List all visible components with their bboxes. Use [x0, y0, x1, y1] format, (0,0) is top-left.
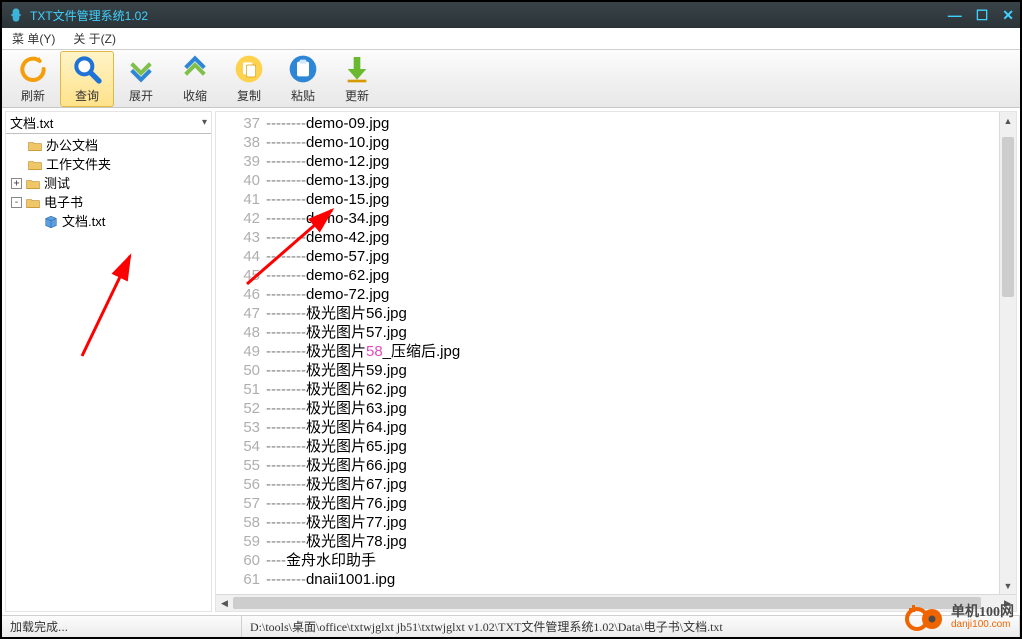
- refresh-button[interactable]: 刷新: [6, 51, 60, 107]
- scroll-down-arrow[interactable]: ▼: [1000, 577, 1016, 594]
- copy-label: 复制: [237, 87, 261, 104]
- folder-icon: [28, 140, 42, 152]
- dropdown-icon: ▾: [202, 117, 207, 128]
- tree-label: 文档.txt: [62, 212, 105, 231]
- file-icon: [44, 215, 58, 229]
- collapse-toggle[interactable]: -: [11, 197, 22, 208]
- collapse-label: 收缩: [183, 87, 207, 104]
- status-left: 加载完成...: [2, 616, 242, 637]
- scroll-thumb[interactable]: [1002, 137, 1014, 297]
- titlebar: TXT文件管理系统1.02 — ☐ ✕: [2, 2, 1020, 28]
- line-gutter: 37 38 39 40 41 42 43 44 45 46 47 48 49 5…: [216, 112, 266, 611]
- tree-item-office[interactable]: 办公文档: [8, 136, 209, 155]
- watermark-en: danji100.com: [951, 620, 1014, 630]
- status-path: D:\tools\桌面\office\txtwjglxt jb51\txtwjg…: [242, 616, 1020, 637]
- menu-about[interactable]: 关 于(Z): [69, 28, 120, 49]
- file-combo[interactable]: 文档.txt ▾: [6, 112, 211, 134]
- query-label: 查询: [75, 87, 99, 104]
- tree-item-ebook[interactable]: - 电子书: [8, 193, 209, 212]
- combo-value: 文档.txt: [10, 113, 53, 132]
- code-editor[interactable]: 37 38 39 40 41 42 43 44 45 46 47 48 49 5…: [216, 112, 1016, 611]
- folder-icon: [26, 178, 40, 190]
- code-content[interactable]: --------demo-09.jpg --------demo-10.jpg …: [266, 112, 1016, 611]
- expand-button[interactable]: 展开: [114, 51, 168, 107]
- scroll-left-arrow[interactable]: ◀: [216, 595, 233, 611]
- editor-panel: 37 38 39 40 41 42 43 44 45 46 47 48 49 5…: [215, 111, 1017, 612]
- refresh-label: 刷新: [21, 87, 45, 104]
- folder-tree: 办公文档 工作文件夹 + 测试 - 电子书 文档: [6, 134, 211, 611]
- tree-item-file[interactable]: 文档.txt: [8, 212, 209, 231]
- tree-label: 测试: [44, 174, 70, 193]
- close-button[interactable]: ✕: [1002, 7, 1014, 24]
- refresh-icon: [17, 53, 49, 85]
- tree-item-work[interactable]: 工作文件夹: [8, 155, 209, 174]
- tree-item-test[interactable]: + 测试: [8, 174, 209, 193]
- update-label: 更新: [345, 87, 369, 104]
- vertical-scrollbar[interactable]: ▲ ▼: [999, 112, 1016, 594]
- sidebar: 文档.txt ▾ 办公文档 工作文件夹 + 测试 -: [5, 111, 212, 612]
- paste-icon: [287, 53, 319, 85]
- copy-button[interactable]: 复制: [222, 51, 276, 107]
- menu-main[interactable]: 菜 单(Y): [8, 28, 59, 49]
- status-bar: 加载完成... D:\tools\桌面\office\txtwjglxt jb5…: [2, 615, 1020, 637]
- chevron-up-icon: [179, 53, 211, 85]
- folder-icon: [26, 197, 40, 209]
- search-icon: [71, 53, 103, 85]
- paste-button[interactable]: 粘贴: [276, 51, 330, 107]
- download-icon: [341, 53, 373, 85]
- app-icon: [8, 7, 24, 23]
- watermark-logo: [905, 603, 945, 633]
- scroll-up-arrow[interactable]: ▲: [1000, 112, 1016, 129]
- expand-toggle[interactable]: +: [11, 178, 22, 189]
- folder-icon: [28, 159, 42, 171]
- toolbar: 刷新 查询 展开 收缩 复制 粘贴 更新: [2, 50, 1020, 108]
- watermark-cn: 单机100网: [951, 606, 1014, 620]
- maximize-button[interactable]: ☐: [976, 7, 989, 24]
- tree-label: 工作文件夹: [46, 155, 111, 174]
- update-button[interactable]: 更新: [330, 51, 384, 107]
- paste-label: 粘贴: [291, 87, 315, 104]
- chevron-down-icon: [125, 53, 157, 85]
- tree-label: 电子书: [44, 193, 83, 212]
- horizontal-scrollbar[interactable]: ◀ ▶: [216, 594, 1016, 611]
- expand-label: 展开: [129, 87, 153, 104]
- collapse-button[interactable]: 收缩: [168, 51, 222, 107]
- tree-label: 办公文档: [46, 136, 98, 155]
- minimize-button[interactable]: —: [948, 7, 962, 24]
- query-button[interactable]: 查询: [60, 51, 114, 107]
- menubar: 菜 单(Y) 关 于(Z): [2, 28, 1020, 50]
- scroll-thumb[interactable]: [233, 597, 981, 609]
- copy-icon: [233, 53, 265, 85]
- watermark: 单机100网 danji100.com: [905, 603, 1014, 633]
- window-title: TXT文件管理系统1.02: [30, 7, 148, 24]
